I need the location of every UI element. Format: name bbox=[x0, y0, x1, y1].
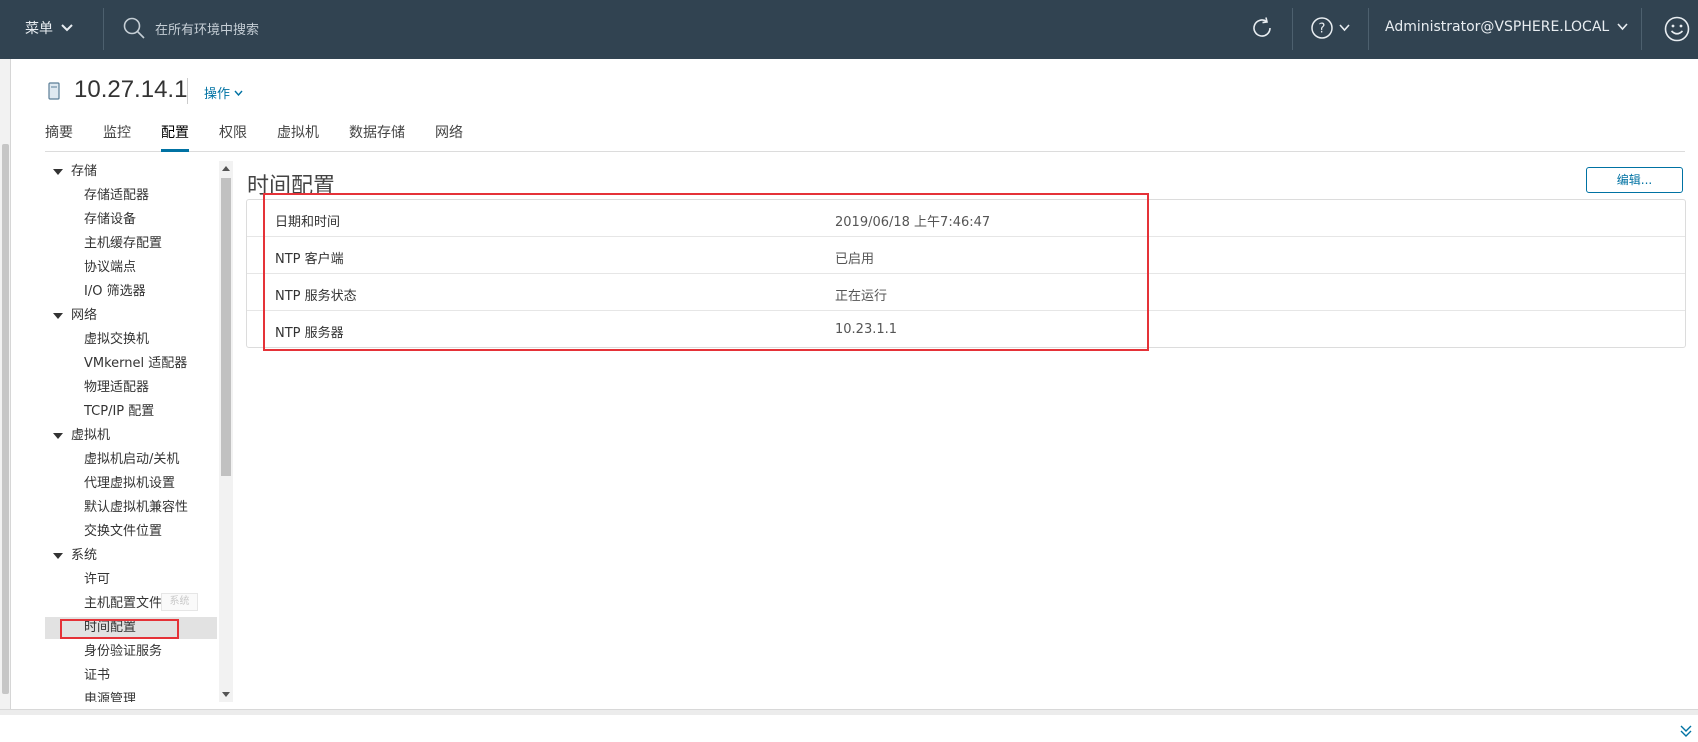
tree-group-label: 虚拟机 bbox=[71, 428, 111, 443]
global-search[interactable]: 在所有环境中搜索 bbox=[123, 17, 259, 39]
search-placeholder[interactable]: 在所有环境中搜索 bbox=[155, 19, 259, 38]
tree-item-time-config[interactable]: 时间配置 bbox=[45, 617, 217, 639]
property-row: NTP 服务状态 正在运行 bbox=[247, 274, 1685, 311]
tab-datastores[interactable]: 数据存储 bbox=[349, 122, 405, 152]
top-header: 菜单 在所有环境中搜索 ? Administrator@VSPHERE.LOCA… bbox=[0, 0, 1698, 59]
tree-group-system[interactable]: 系统 bbox=[45, 545, 217, 567]
actions-label: 操作 bbox=[204, 87, 231, 102]
menu-button[interactable]: 菜单 bbox=[25, 18, 73, 38]
search-icon bbox=[123, 17, 145, 39]
header-divider bbox=[1641, 8, 1642, 50]
tree-item-licensing[interactable]: 许可 bbox=[45, 569, 217, 591]
edit-button[interactable]: 编辑... bbox=[1586, 167, 1683, 193]
caret-down-icon[interactable] bbox=[53, 433, 63, 439]
property-key: NTP 客户端 bbox=[275, 252, 344, 267]
tree-item-vm-startup[interactable]: 虚拟机启动/关机 bbox=[45, 449, 217, 471]
tree-group-vms[interactable]: 虚拟机 bbox=[45, 425, 217, 447]
tree-item-virtual-switches[interactable]: 虚拟交换机 bbox=[45, 329, 217, 351]
property-key: 日期和时间 bbox=[275, 215, 341, 230]
tree-group-label: 系统 bbox=[71, 548, 98, 563]
feedback-button[interactable] bbox=[1664, 16, 1690, 46]
refresh-icon bbox=[1253, 17, 1271, 37]
config-tree: 存储 存储适配器 存储设备 主机缓存配置 协议端点 I/O 筛选器 网络 虚拟交… bbox=[45, 161, 217, 702]
tooltip: 系统 bbox=[161, 593, 198, 611]
page-title: 时间配置 bbox=[247, 174, 336, 199]
tree-item-storage-devices[interactable]: 存储设备 bbox=[45, 209, 217, 231]
tree-item-physical-adapters[interactable]: 物理适配器 bbox=[45, 377, 217, 399]
tab-permissions[interactable]: 权限 bbox=[219, 122, 247, 152]
tree-item-certificate[interactable]: 证书 bbox=[45, 665, 217, 687]
tree-item-swap-location[interactable]: 交换文件位置 bbox=[45, 521, 217, 543]
property-value: 已启用 bbox=[835, 252, 875, 267]
chevron-down-icon bbox=[1617, 23, 1628, 31]
tree-item-storage-adapters[interactable]: 存储适配器 bbox=[45, 185, 217, 207]
tab-configure[interactable]: 配置 bbox=[161, 122, 189, 152]
tab-bar: 摘要 监控 配置 权限 虚拟机 数据存储 网络 bbox=[45, 122, 1685, 152]
help-icon: ? bbox=[1311, 17, 1333, 39]
smiley-icon bbox=[1664, 16, 1690, 42]
double-chevron-down-icon bbox=[1680, 725, 1692, 737]
property-value: 10.23.1.1 bbox=[835, 322, 898, 337]
help-menu[interactable]: ? bbox=[1311, 17, 1350, 39]
tree-group-label: 存储 bbox=[71, 164, 98, 179]
tree-item-vmkernel-adapters[interactable]: VMkernel 适配器 bbox=[45, 353, 217, 375]
property-value: 2019/06/18 上午7:46:47 bbox=[835, 215, 991, 230]
tree-item-io-filters[interactable]: I/O 筛选器 bbox=[45, 281, 217, 303]
menu-label: 菜单 bbox=[25, 21, 53, 37]
time-properties-table: 日期和时间 2019/06/18 上午7:46:47 NTP 客户端 已启用 N… bbox=[246, 199, 1686, 348]
tree-group-networking[interactable]: 网络 bbox=[45, 305, 217, 327]
scroll-up-icon[interactable] bbox=[222, 166, 230, 171]
object-title: 10.27.14.1 bbox=[74, 76, 188, 103]
header-divider bbox=[103, 8, 104, 50]
svg-text:?: ? bbox=[1319, 22, 1326, 37]
caret-down-icon[interactable] bbox=[53, 313, 63, 319]
chevron-down-icon bbox=[1339, 24, 1350, 32]
host-icon bbox=[48, 82, 60, 104]
property-value: 正在运行 bbox=[835, 289, 888, 304]
recent-tasks-bar bbox=[0, 709, 1698, 741]
tree-item-power-mgmt[interactable]: 电源管理 bbox=[45, 689, 217, 702]
property-key: NTP 服务状态 bbox=[275, 289, 357, 304]
actions-menu[interactable]: 操作 bbox=[204, 83, 243, 102]
chevron-down-icon bbox=[234, 90, 243, 96]
tree-item-host-cache[interactable]: 主机缓存配置 bbox=[45, 233, 217, 255]
caret-down-icon[interactable] bbox=[53, 553, 63, 559]
panel-divider bbox=[0, 710, 1698, 715]
tree-item-protocol-endpoints[interactable]: 协议端点 bbox=[45, 257, 217, 279]
header-divider bbox=[1368, 8, 1369, 50]
tab-networks[interactable]: 网络 bbox=[435, 122, 463, 152]
tree-item-vm-compat[interactable]: 默认虚拟机兼容性 bbox=[45, 497, 217, 519]
tree-group-storage[interactable]: 存储 bbox=[45, 161, 217, 183]
property-row: NTP 服务器 10.23.1.1 bbox=[247, 311, 1685, 348]
expand-panel-button[interactable] bbox=[1680, 724, 1692, 742]
tree-group-label: 网络 bbox=[71, 308, 98, 323]
tab-summary[interactable]: 摘要 bbox=[45, 122, 73, 152]
header-divider bbox=[1292, 8, 1293, 50]
property-key: NTP 服务器 bbox=[275, 326, 344, 341]
tab-vms[interactable]: 虚拟机 bbox=[277, 122, 319, 152]
tree-scrollbar[interactable] bbox=[219, 161, 233, 702]
caret-down-icon[interactable] bbox=[53, 169, 63, 175]
tab-monitor[interactable]: 监控 bbox=[103, 122, 131, 152]
scroll-down-icon[interactable] bbox=[222, 692, 230, 697]
title-divider bbox=[187, 78, 188, 104]
tree-item-agent-vm[interactable]: 代理虚拟机设置 bbox=[45, 473, 217, 495]
property-row: 日期和时间 2019/06/18 上午7:46:47 bbox=[247, 200, 1685, 237]
scrollbar-thumb[interactable] bbox=[221, 178, 231, 476]
user-menu[interactable]: Administrator@VSPHERE.LOCAL bbox=[1385, 19, 1628, 35]
user-name: Administrator@VSPHERE.LOCAL bbox=[1385, 19, 1610, 35]
scrollbar-thumb[interactable] bbox=[2, 144, 9, 694]
tree-item-auth-services[interactable]: 身份验证服务 bbox=[45, 641, 217, 663]
refresh-button[interactable] bbox=[1250, 16, 1274, 44]
property-row: NTP 客户端 已启用 bbox=[247, 237, 1685, 274]
chevron-down-icon bbox=[61, 24, 73, 32]
tree-item-tcpip-config[interactable]: TCP/IP 配置 bbox=[45, 401, 217, 423]
navigator-collapsed[interactable] bbox=[0, 59, 11, 709]
